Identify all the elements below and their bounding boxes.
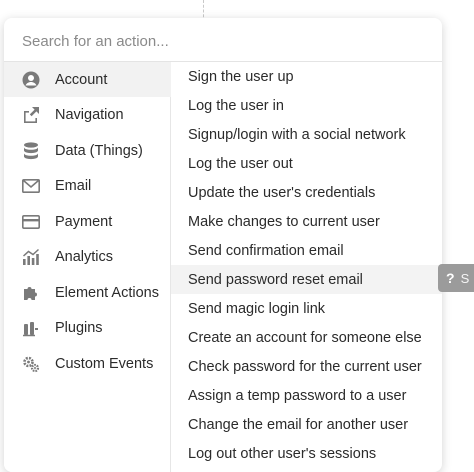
action-item[interactable]: Check password for the current user	[171, 352, 442, 381]
action-item[interactable]: Assign a temp password to a user	[171, 381, 442, 410]
share-out-icon	[21, 105, 41, 125]
chart-icon	[21, 247, 41, 267]
category-label: Plugins	[55, 320, 103, 336]
search-input[interactable]	[20, 28, 424, 54]
action-item[interactable]: Signup/login with a social network	[171, 120, 442, 149]
user-circle-icon	[21, 70, 41, 90]
gears-icon	[21, 354, 41, 374]
category-label: Email	[55, 178, 92, 194]
credit-card-icon	[21, 212, 41, 232]
category-label: Data (Things)	[55, 142, 143, 159]
help-tab[interactable]: ? S	[438, 264, 474, 292]
category-navigation[interactable]: Navigation	[4, 98, 171, 133]
action-item[interactable]: Sign the user up	[171, 62, 442, 91]
category-label: Navigation	[55, 107, 124, 123]
action-item[interactable]: Make changes to current user	[171, 207, 442, 236]
category-list: Account Navigation Data (Things) Email P…	[4, 62, 171, 472]
action-picker-dropdown: Account Navigation Data (Things) Email P…	[4, 18, 442, 472]
category-label: Analytics	[55, 249, 114, 265]
category-element-actions[interactable]: Element Actions	[4, 275, 171, 310]
category-plugins[interactable]: Plugins	[4, 311, 171, 346]
envelope-icon	[21, 176, 41, 196]
category-custom-events[interactable]: Custom Events	[4, 346, 171, 381]
category-account[interactable]: Account	[4, 62, 171, 97]
action-item[interactable]: Log out other user's sessions	[171, 439, 442, 468]
action-item[interactable]: Send confirmation email	[171, 236, 442, 265]
help-tab-text: S	[460, 270, 470, 286]
action-item[interactable]: Create an account for someone else	[171, 323, 442, 352]
category-payment[interactable]: Payment	[4, 204, 171, 239]
puzzle-icon	[21, 283, 41, 303]
database-icon	[21, 141, 41, 161]
action-list: Sign the user up Log the user in Signup/…	[171, 62, 442, 472]
category-email[interactable]: Email	[4, 169, 171, 204]
category-label: Element Actions	[55, 284, 159, 301]
search-bar	[4, 18, 442, 62]
category-data-things[interactable]: Data (Things)	[4, 133, 171, 168]
plug-icon	[21, 318, 41, 338]
action-item[interactable]: Update the user's credentials	[171, 178, 442, 207]
action-item[interactable]: Log the user in	[171, 91, 442, 120]
action-item[interactable]: Log the user out	[171, 149, 442, 178]
action-item[interactable]: Send magic login link	[171, 294, 442, 323]
category-analytics[interactable]: Analytics	[4, 240, 171, 275]
category-label: Custom Events	[55, 355, 154, 372]
action-item-hovered[interactable]: Send password reset email	[171, 265, 442, 294]
category-label: Payment	[55, 213, 113, 230]
question-icon: ?	[446, 270, 455, 286]
category-label: Account	[55, 71, 108, 88]
action-item[interactable]: Change the email for another user	[171, 410, 442, 439]
